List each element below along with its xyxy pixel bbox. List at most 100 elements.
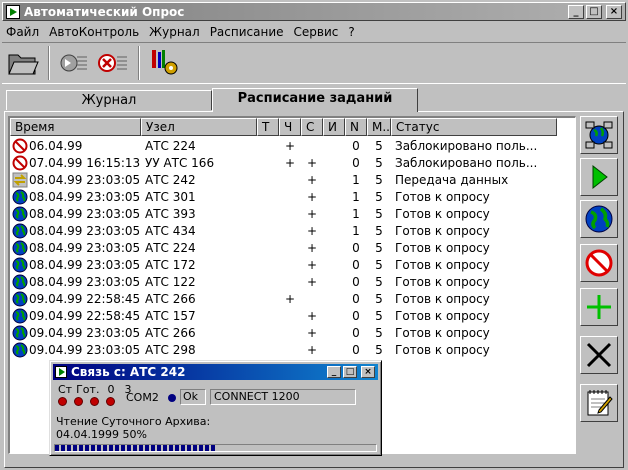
- led-indicator: [58, 397, 67, 406]
- cell-m: 5: [375, 189, 383, 204]
- menu-item[interactable]: Файл: [6, 25, 39, 39]
- globe-icon: [12, 291, 28, 307]
- menu-item[interactable]: Сервис: [294, 25, 339, 39]
- table-row[interactable]: 08.04.99 23:03:05 АТС 301 +1 5 Готов к опрос…: [10, 188, 575, 205]
- time-text: 09.04.99 22:58:45: [29, 308, 141, 323]
- cell-status: Готов к опросу: [395, 206, 490, 221]
- blocked-icon: [12, 155, 28, 171]
- cell-node: АТС 301: [145, 189, 196, 204]
- cell-m: 5: [375, 308, 383, 323]
- menu-item[interactable]: АвтоКонтроль: [49, 25, 139, 39]
- settings-icon: [152, 50, 178, 75]
- connection-window[interactable]: Связь с: АТС 242 _ □ × Ст Гот. 0 3 COM2 …: [49, 360, 382, 456]
- close-button[interactable]: ×: [361, 366, 375, 378]
- globe-button[interactable]: [580, 200, 618, 238]
- cell-node: АТС 157: [145, 308, 196, 323]
- table-row[interactable]: 09.04.99 23:03:05 АТС 266 +0 5 Готов к опрос…: [10, 324, 575, 341]
- cell-m: 5: [375, 291, 383, 306]
- time-text: 07.04.99 16:15:13: [29, 155, 141, 170]
- cell-time: 08.04.99 23:03:05: [10, 257, 141, 273]
- transfer-icon: [12, 172, 28, 188]
- cell-m: 5: [375, 274, 383, 289]
- network-icon: [584, 120, 614, 150]
- block-button[interactable]: [580, 244, 618, 282]
- tab-journal[interactable]: Журнал: [6, 90, 212, 110]
- column-header-i[interactable]: И: [323, 118, 345, 136]
- settings-button[interactable]: [146, 45, 184, 81]
- cell-ch: +: [284, 155, 296, 170]
- table-row[interactable]: 09.04.99 23:03:05 АТС 298 +0 5 Готов к опрос…: [10, 341, 575, 358]
- open-folder-button[interactable]: [4, 45, 42, 81]
- cell-m: 5: [375, 172, 383, 187]
- network-nodes-button[interactable]: [580, 116, 618, 154]
- led-labels: Ст Гот. 0 3: [58, 383, 135, 396]
- cell-n: 0: [352, 274, 360, 289]
- cross-icon: [584, 340, 614, 370]
- cell-time: 08.04.99 23:03:05: [10, 274, 141, 290]
- globe-icon: [12, 274, 28, 290]
- cell-m: 5: [375, 206, 383, 221]
- minimize-button[interactable]: _: [327, 366, 341, 378]
- column-header-n[interactable]: N: [345, 118, 367, 136]
- cell-node: АТС 224: [145, 138, 196, 153]
- app-icon[interactable]: [6, 4, 20, 19]
- connection-title: Связь с: АТС 242: [71, 365, 186, 379]
- add-button[interactable]: [580, 288, 618, 326]
- title-bar[interactable]: Автоматический Опрос _ □ ×: [2, 2, 626, 21]
- column-header-s[interactable]: С: [301, 118, 323, 136]
- table-row[interactable]: 07.04.99 16:15:13 УУ АТС 166 + +0 5 Заблокиро…: [10, 154, 575, 171]
- table-row[interactable]: 08.04.99 23:03:05 АТС 434 +1 5 Готов к опрос…: [10, 222, 575, 239]
- cell-n: 0: [352, 257, 360, 272]
- delete-button[interactable]: [580, 336, 618, 374]
- cell-n: 0: [352, 240, 360, 255]
- led-label: Ст: [58, 383, 73, 396]
- cell-n: 1: [352, 189, 360, 204]
- cell-node: АТС 266: [145, 325, 196, 340]
- table-row[interactable]: 08.04.99 23:03:05 АТС 393 +1 5 Готов к опрос…: [10, 205, 575, 222]
- column-header-status[interactable]: Статус: [391, 118, 557, 136]
- column-header-m[interactable]: М..: [367, 118, 391, 136]
- column-header-ch[interactable]: Ч: [279, 118, 301, 136]
- port-indicator: [168, 394, 176, 402]
- table-row[interactable]: 08.04.99 23:03:05 АТС 172 +0 5 Готов к опрос…: [10, 256, 575, 273]
- status-field: Ok: [180, 389, 206, 405]
- menu-item[interactable]: Журнал: [149, 25, 200, 39]
- table-row[interactable]: 08.04.99 23:03:05 АТС 224 +0 5 Готов к опрос…: [10, 239, 575, 256]
- maximize-button[interactable]: □: [586, 4, 602, 19]
- cell-s: +: [306, 206, 318, 221]
- cell-m: 5: [375, 342, 383, 357]
- main-window: Автоматический Опрос _ □ × Файл АвтоКонтр…: [0, 0, 628, 470]
- table-row[interactable]: 09.04.99 22:58:45 АТС 157 +0 5 Готов к опрос…: [10, 307, 575, 324]
- menu-item[interactable]: ?: [348, 25, 354, 39]
- column-header-time[interactable]: Время: [10, 118, 141, 136]
- column-header-node[interactable]: Узел: [141, 118, 257, 136]
- connection-title-bar[interactable]: Связь с: АТС 242 _ □ ×: [53, 364, 378, 380]
- edit-button[interactable]: [580, 384, 618, 422]
- minimize-button[interactable]: _: [568, 4, 584, 19]
- cell-node: АТС 266: [145, 291, 196, 306]
- cell-status: Готов к опросу: [395, 189, 490, 204]
- cell-status: Готов к опросу: [395, 291, 490, 306]
- cell-n: 1: [352, 223, 360, 238]
- cell-time: 09.04.99 22:58:45: [10, 308, 141, 324]
- table-row[interactable]: 09.04.99 22:58:45 АТС 266 +0 5 Готов к опрос…: [10, 290, 575, 307]
- cell-n: 1: [352, 172, 360, 187]
- close-button[interactable]: ×: [606, 4, 622, 19]
- time-text: 08.04.99 23:03:05: [29, 172, 141, 187]
- maximize-button[interactable]: □: [343, 366, 357, 378]
- table-row[interactable]: 08.04.99 23:03:05 АТС 242 +1 5 Передача данн…: [10, 171, 575, 188]
- forward-button[interactable]: [56, 45, 94, 81]
- globe-icon: [12, 240, 28, 256]
- run-button[interactable]: [580, 158, 618, 196]
- cell-time: 08.04.99 23:03:05: [10, 223, 141, 239]
- tab-schedule[interactable]: Расписание заданий: [212, 88, 418, 112]
- table-row[interactable]: 08.04.99 23:03:05 АТС 122 +0 5 Готов к опрос…: [10, 273, 575, 290]
- app-icon[interactable]: [55, 366, 67, 378]
- column-header-t[interactable]: Т: [257, 118, 279, 136]
- cell-status: Готов к опросу: [395, 223, 490, 238]
- cell-status: Передача данных: [395, 172, 509, 187]
- cancel-button[interactable]: [94, 45, 132, 81]
- archive-label: Чтение Суточного Архива:: [56, 415, 211, 428]
- table-row[interactable]: 06.04.99 АТС 224 +0 5 Заблокировано поль...: [10, 137, 575, 154]
- menu-item[interactable]: Расписание: [210, 25, 284, 39]
